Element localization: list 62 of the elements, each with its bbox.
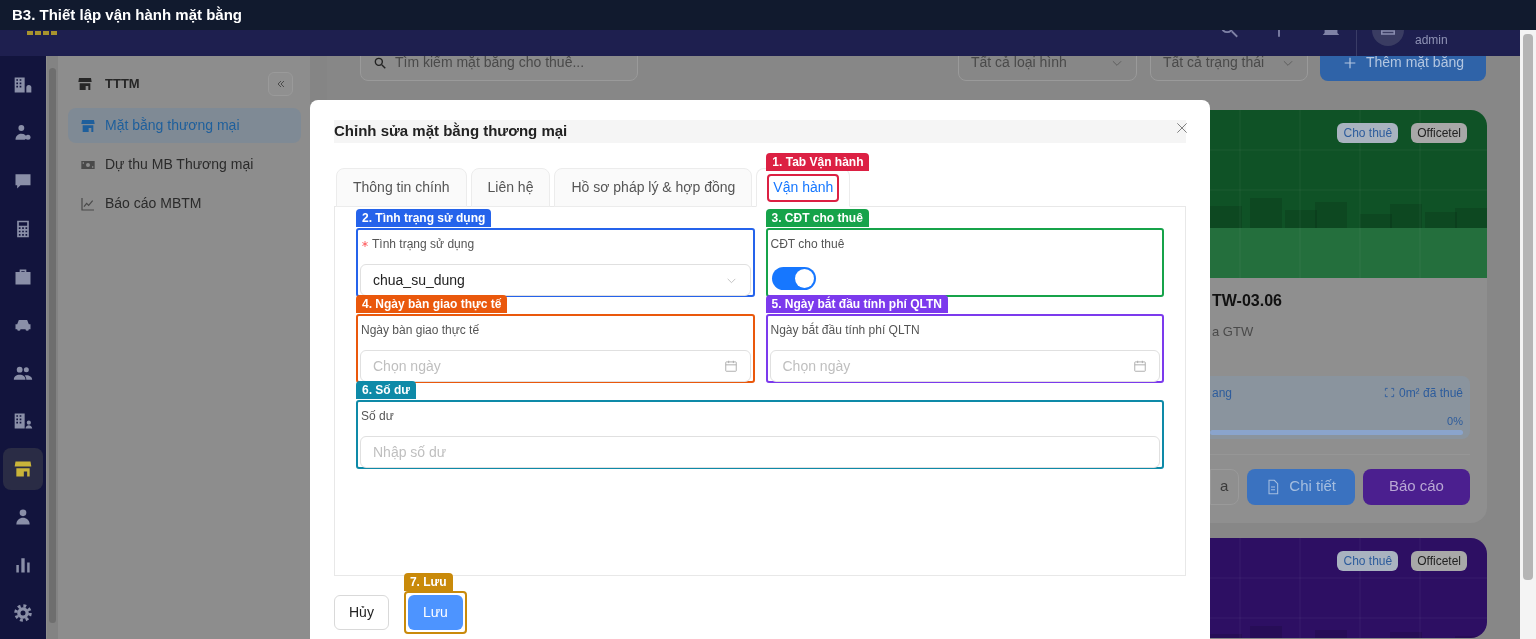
tab[interactable]: Vận hành [756, 168, 851, 207]
tab[interactable]: Liên hệ [470, 168, 551, 207]
sidebar-item[interactable]: Dự thu MB Thương mại [68, 147, 301, 182]
person-icon [13, 507, 33, 527]
toggle-switch[interactable] [771, 267, 816, 290]
store-icon [13, 459, 33, 479]
tab[interactable]: Hồ sơ pháp lý & hợp đồng [554, 168, 753, 207]
annotation-tag: 6. Số dư [356, 381, 417, 399]
store-icon [80, 117, 96, 134]
calendar-icon [723, 359, 738, 373]
building-icon [13, 75, 33, 95]
search-icon [373, 56, 387, 70]
filter-select[interactable]: Tất cả loại hình [958, 56, 1137, 81]
tag: Officetel [1411, 551, 1467, 571]
tag: Cho thuê [1337, 551, 1399, 571]
user-name: admin [1415, 32, 1448, 49]
calendar-icon [1133, 359, 1147, 373]
input-field[interactable]: Nhập số dư [360, 436, 1160, 468]
tag: Officetel [1411, 123, 1467, 143]
sidebar-item[interactable]: Mặt bằng thương mại [68, 108, 301, 143]
annotation-tag: 2. Tình trạng sử dụng [356, 209, 492, 227]
annotation-tag: 5. Ngày bắt đầu tính phí QLTN [765, 295, 948, 313]
settings-icon [13, 603, 33, 623]
sidebar-title: TTTM [105, 75, 140, 94]
store-icon [77, 76, 93, 92]
bar-chart-icon [13, 555, 33, 575]
expand-icon [1383, 387, 1395, 398]
report-button[interactable]: Báo cáo [1362, 468, 1470, 505]
logo-icon [27, 31, 57, 35]
close-icon [1175, 121, 1189, 135]
area-label: ang [1212, 384, 1233, 402]
annotation-tag: 1. Tab Vận hành [766, 153, 870, 171]
field-label: Ngày bắt đầu tính phí QLTN [770, 321, 920, 339]
filter-select[interactable]: Tất cả trạng thái [1150, 56, 1308, 81]
save-button[interactable]: Lưu [407, 595, 463, 630]
chat-icon [13, 171, 33, 191]
card-subtitle: a GTW [1212, 323, 1255, 341]
detail-button[interactable]: Chi tiết [1246, 468, 1355, 505]
page-title: B3. Thiết lập vận hành mặt bằng [0, 0, 1536, 30]
building-icon [13, 411, 33, 431]
briefcase-icon [13, 267, 33, 287]
person-icon [13, 123, 33, 143]
annotation-tag: 4. Ngày bàn giao thực tế [356, 295, 508, 313]
card-title: TW-03.06 [1212, 291, 1283, 311]
tab[interactable]: Thông tin chính [336, 168, 467, 207]
tag: Cho thuê [1337, 123, 1399, 143]
modal-title: Chỉnh sửa mặt bằng thương mại [334, 120, 1186, 143]
bell-icon[interactable] [1320, 30, 1342, 38]
field-label: Số dư [361, 408, 394, 425]
date-field[interactable]: Chọn ngày [769, 350, 1160, 382]
field-label: CĐT cho thuê [770, 236, 845, 253]
annotation-tag: 7. Lưu [403, 573, 453, 591]
annotation-tag: 3. CĐT cho thuê [765, 209, 869, 227]
rented-area: 0m² đã thuê [1398, 383, 1463, 402]
cancel-button[interactable]: Hủy [334, 595, 389, 630]
percent-label: 0% [1446, 413, 1463, 429]
sidebar-item[interactable]: Báo cáo MBTM [68, 186, 301, 221]
line-chart-icon [80, 195, 96, 212]
field-label: Ngày bàn giao thực tế [361, 322, 480, 339]
avatar[interactable] [1372, 30, 1404, 46]
nav-button[interactable] [3, 448, 43, 490]
field-label: Tình trạng sử dụng [372, 236, 475, 253]
